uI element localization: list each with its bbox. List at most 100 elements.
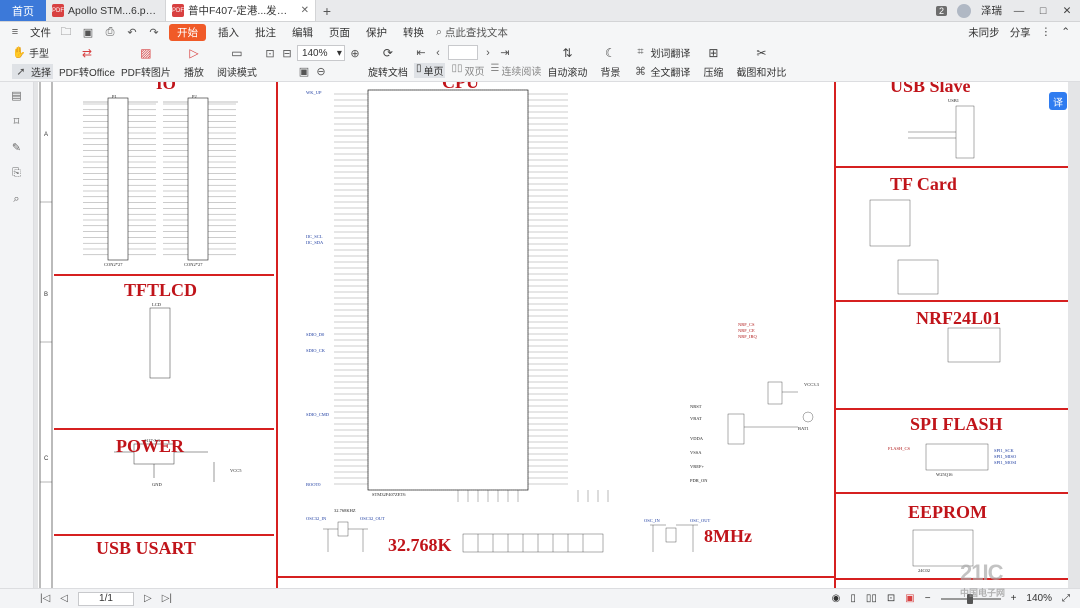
tab-start[interactable]: 开始	[169, 23, 206, 41]
moon-icon: ☾	[605, 46, 616, 60]
double-view-icon[interactable]: ▯▯	[866, 593, 877, 604]
first-page-icon[interactable]: ⇤	[414, 46, 428, 60]
read-mode-button[interactable]: ▭ 阅读模式	[217, 44, 257, 79]
label-flash-cs: FLASH_CS	[888, 446, 911, 451]
double-page-button[interactable]: ▯▯ 双页	[451, 63, 484, 78]
next-page-icon[interactable]: ›	[481, 46, 495, 60]
auto-scroll-button[interactable]: ⇅ 自动滚动	[547, 44, 587, 79]
share-button[interactable]: 分享	[1010, 25, 1031, 40]
tab-label: Apollo STM...6.pdf (已加密)	[68, 5, 159, 17]
page-indicator[interactable]: 1/1	[78, 591, 134, 606]
bookmark-icon[interactable]: ⌑	[10, 114, 24, 128]
rotate-button[interactable]: ⟳ 旋转文档	[368, 44, 408, 79]
left-sidebar: ▤ ⌑ ✎ ⎘ ⌕	[0, 82, 34, 588]
tab-home[interactable]: 首页	[0, 0, 46, 21]
file-menu[interactable]: 文件	[30, 25, 51, 40]
menu-icon[interactable]: ≡	[8, 25, 22, 39]
undo-icon[interactable]: ↶	[125, 25, 139, 39]
actual-size-icon[interactable]: ▣	[297, 64, 311, 78]
last-page-icon[interactable]: ▷|	[162, 593, 172, 604]
fit-icon[interactable]: ⊡	[887, 593, 895, 604]
divider	[836, 300, 1068, 302]
zoom-level[interactable]: 140%	[1026, 593, 1052, 604]
divider	[836, 408, 1068, 410]
pdf-mode-icon[interactable]: ▣	[905, 593, 914, 604]
avatar[interactable]	[957, 3, 971, 18]
sync-status[interactable]: 未同步	[968, 25, 1000, 40]
screenshot-button[interactable]: ✂ 截图和对比	[736, 44, 786, 79]
zoom-out-icon[interactable]: −	[925, 593, 931, 604]
row-letter-b: B	[44, 292, 49, 298]
single-view-icon[interactable]: ▯	[850, 593, 856, 604]
close-tab-icon[interactable]: ✕	[301, 5, 309, 16]
attachment-icon[interactable]: ⎘	[10, 166, 24, 180]
more-icon[interactable]: ⋮	[1041, 26, 1052, 38]
label-w25q16: W25Q16	[936, 472, 953, 477]
prev-page-icon[interactable]: ◁	[60, 593, 68, 604]
play-button[interactable]: ▷ 播放	[177, 44, 211, 79]
single-page-button[interactable]: ▯ 单页	[413, 63, 446, 78]
maximize-icon[interactable]: □	[1036, 5, 1050, 17]
last-page-icon[interactable]: ⇥	[498, 46, 512, 60]
label-spi-mosi: SPI1_MOSI	[994, 460, 1017, 465]
compress-button[interactable]: ⊞ 压缩	[696, 44, 730, 79]
rotate-label: 旋转文档	[367, 68, 408, 79]
close-window-icon[interactable]: ✕	[1060, 5, 1074, 17]
pdf-to-image-button[interactable]: ▨ PDF转图片	[121, 44, 171, 79]
tab-insert[interactable]: 插入	[214, 25, 243, 40]
select-tool-button[interactable]: ➚ 选择	[12, 63, 53, 79]
label-pdr-on: PDR_ON	[690, 478, 708, 483]
zoom-in-icon[interactable]: ⊕	[348, 46, 362, 60]
collapse-icon[interactable]: ⌃	[1061, 26, 1070, 38]
prev-page-icon[interactable]: ‹	[431, 46, 445, 60]
search-panel-icon[interactable]: ⌕	[10, 192, 24, 206]
continuous-button[interactable]: ☰ 连续阅读	[490, 63, 541, 78]
watermark-sub: 中国电子网	[960, 588, 1006, 598]
redo-icon[interactable]: ↷	[147, 25, 161, 39]
next-page-icon[interactable]: ▷	[144, 593, 152, 604]
zoom-out-icon[interactable]: ⊖	[314, 64, 328, 78]
zoom-controls: ⊡ ⊟ 140% ▾ ⊕ ▣ ⊖	[263, 45, 362, 78]
search-box[interactable]: ⌕ 点此查找文本	[436, 25, 508, 40]
save-icon[interactable]: ▣	[81, 25, 95, 39]
label-nrf-irq: NRF_IRQ	[738, 334, 757, 339]
translate-float-icon[interactable]: 译	[1049, 92, 1067, 110]
user-name[interactable]: 泽瑞	[981, 3, 1002, 18]
first-page-icon[interactable]: |◁	[40, 593, 50, 604]
pdf-to-office-button[interactable]: ⇄ PDF转Office	[59, 44, 115, 79]
tab-convert[interactable]: 转换	[399, 25, 428, 40]
print-icon[interactable]: ⎙	[103, 25, 117, 39]
hand-tool-button[interactable]: ✋ 手型	[12, 45, 53, 60]
minimize-icon[interactable]: —	[1012, 5, 1026, 17]
translate-full-button[interactable]: ⌘ 全文翻译	[633, 64, 691, 79]
open-icon[interactable]: 🗀	[59, 25, 73, 39]
thumbnails-icon[interactable]: ▤	[10, 88, 24, 102]
zoom-in-icon[interactable]: +	[1011, 593, 1017, 604]
fit-width-icon[interactable]: ⊟	[280, 46, 294, 60]
zoom-select[interactable]: 140% ▾	[296, 45, 345, 61]
eye-icon[interactable]: ◉	[832, 593, 841, 604]
background-button[interactable]: ☾ 背景	[593, 44, 627, 79]
page-nav: ⇤ ‹ › ⇥ ▯ 单页 ▯▯ 双页 ☰ 连续阅读	[413, 45, 541, 78]
watermark-logo: 21IC 中国电子网	[960, 560, 1005, 599]
tab-document-2[interactable]: PDF 普中F407-定港...发板原理图.pdf ✕	[166, 0, 316, 21]
label-u1: STM32F407ZET6	[372, 492, 406, 497]
label-vdda: VDDA	[690, 436, 703, 441]
hand-tool-label: 手型	[29, 48, 49, 60]
document-area[interactable]: A B C IO CPU TFTLCD POWER USB USART 32.7…	[34, 82, 1080, 588]
new-tab-button[interactable]: +	[316, 0, 338, 21]
scissors-icon: ✂	[756, 46, 767, 60]
page-number-input[interactable]	[447, 45, 478, 60]
fullscreen-icon[interactable]: ⤢	[1062, 593, 1070, 604]
tab-document-1[interactable]: PDF Apollo STM...6.pdf (已加密)	[46, 0, 166, 21]
tab-edit[interactable]: 编辑	[288, 25, 317, 40]
translate-word-button[interactable]: ⌗ 划词翻译	[633, 45, 690, 60]
tab-protect[interactable]: 保护	[362, 25, 391, 40]
tab-annotate[interactable]: 批注	[251, 25, 280, 40]
annotation-icon[interactable]: ✎	[10, 140, 24, 154]
tab-page[interactable]: 页面	[325, 25, 354, 40]
double-page-icon: ▯▯	[451, 63, 463, 74]
notification-badge[interactable]: 2	[935, 5, 947, 16]
pdf-page: A B C IO CPU TFTLCD POWER USB USART 32.7…	[38, 82, 1068, 588]
fit-page-icon[interactable]: ⊡	[263, 46, 277, 60]
